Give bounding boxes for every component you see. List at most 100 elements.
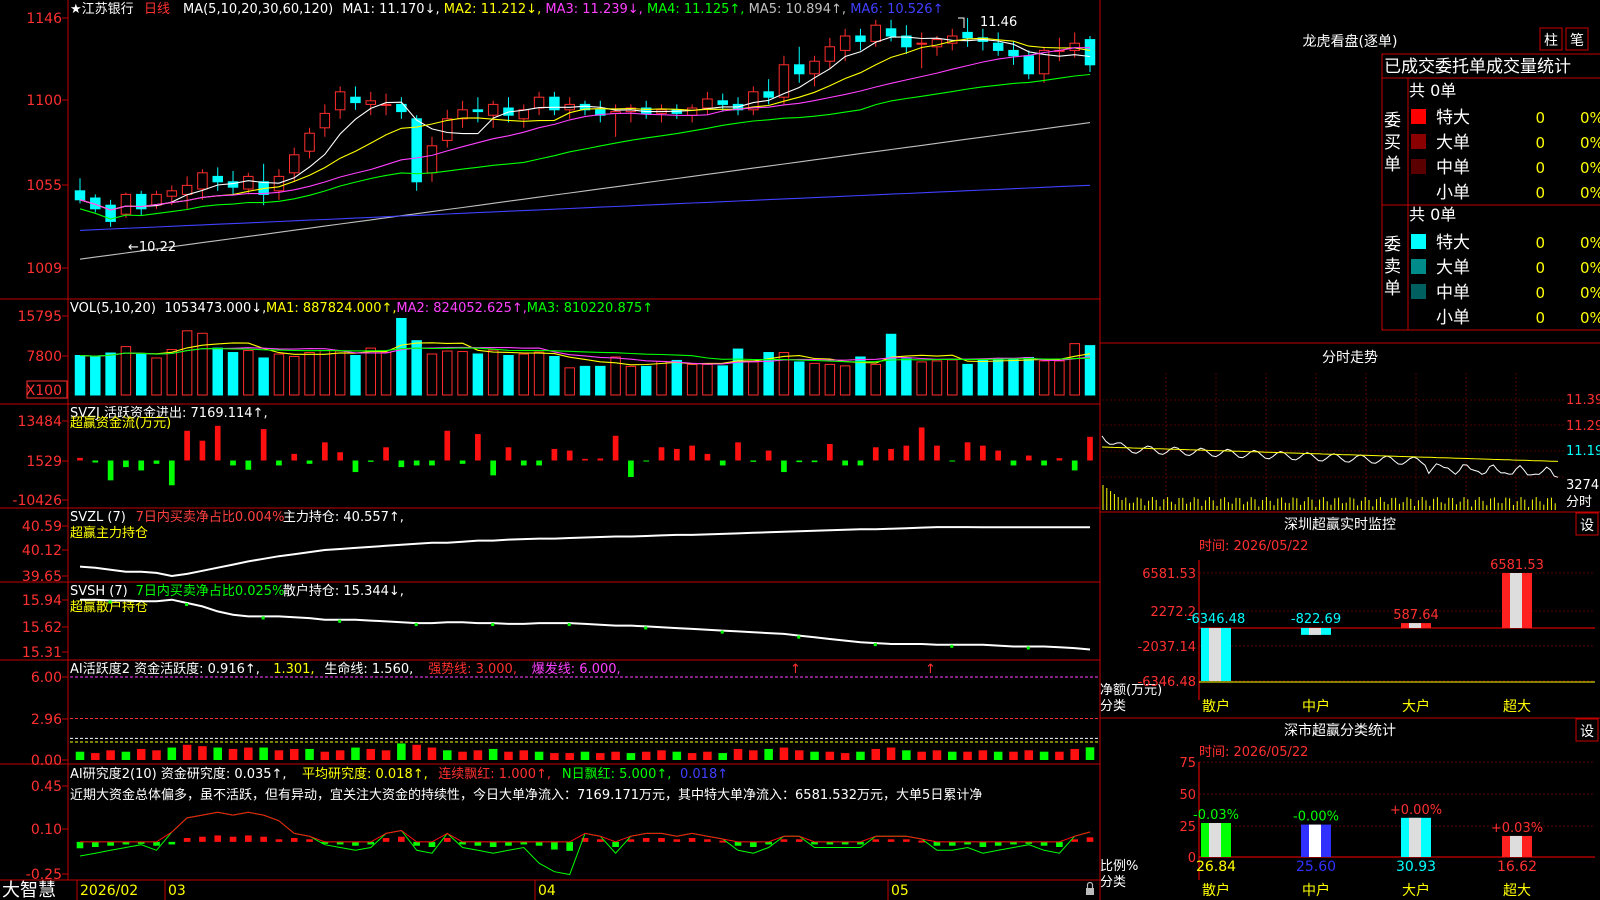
activity-bar[interactable]: [718, 753, 727, 760]
svzj-bar[interactable]: [628, 460, 634, 478]
candle[interactable]: [487, 103, 499, 116]
candle[interactable]: [518, 109, 530, 120]
research-bar[interactable]: [750, 841, 757, 847]
research-bar[interactable]: [948, 841, 956, 846]
svzj-bar[interactable]: [398, 460, 405, 468]
research-bar[interactable]: [994, 841, 1002, 846]
svsh-chart[interactable]: [80, 598, 1091, 651]
volume-bar[interactable]: [671, 359, 683, 396]
research-bar[interactable]: [566, 841, 574, 851]
volume-bar[interactable]: [518, 353, 530, 396]
volume-bar[interactable]: [197, 332, 208, 396]
volume-bar[interactable]: [1084, 345, 1096, 396]
activity-bar[interactable]: [810, 751, 819, 760]
volume-bar[interactable]: [1023, 356, 1035, 396]
volume-bar[interactable]: [931, 360, 943, 396]
research-bar[interactable]: [199, 836, 206, 842]
activity-bar[interactable]: [565, 753, 574, 760]
activity-bar[interactable]: [902, 750, 911, 760]
candle[interactable]: [839, 35, 851, 51]
volume-bar[interactable]: [625, 365, 637, 396]
volume-bar[interactable]: [258, 357, 269, 396]
research-bar[interactable]: [780, 839, 788, 842]
intraday-chart[interactable]: [1101, 373, 1565, 510]
volume-bar[interactable]: [992, 358, 1004, 396]
svzj-bar[interactable]: [796, 460, 803, 463]
activity-bar[interactable]: [978, 750, 988, 760]
volume-bar[interactable]: [1069, 343, 1080, 396]
svzj-bar[interactable]: [597, 458, 604, 461]
svzj-bar[interactable]: [582, 458, 588, 461]
candle[interactable]: [1008, 49, 1019, 57]
research-bar[interactable]: [642, 838, 650, 842]
svzj-chart[interactable]: [77, 425, 1093, 486]
research-bar[interactable]: [413, 841, 420, 846]
volume-bar[interactable]: [839, 365, 851, 396]
activity-bar[interactable]: [274, 750, 284, 760]
volume-bar[interactable]: [748, 361, 759, 396]
research-bar[interactable]: [398, 836, 405, 842]
svzj-bar[interactable]: [872, 447, 879, 461]
activity-bar[interactable]: [871, 748, 881, 760]
svzj-bar[interactable]: [291, 453, 298, 461]
activity-bar[interactable]: [703, 751, 712, 760]
svzj-bar[interactable]: [214, 425, 221, 461]
activity-bar[interactable]: [305, 748, 314, 760]
activity-bar[interactable]: [504, 751, 513, 760]
svzj-bar[interactable]: [505, 447, 512, 461]
volume-bar[interactable]: [319, 350, 331, 396]
research-bar[interactable]: [535, 841, 543, 846]
candle[interactable]: [686, 107, 698, 116]
svzj-bar[interactable]: [475, 434, 481, 461]
volume-bar[interactable]: [1008, 357, 1019, 396]
volume-bar[interactable]: [809, 362, 820, 396]
svzj-bar[interactable]: [459, 460, 466, 464]
candle[interactable]: [870, 24, 882, 42]
activity-bar[interactable]: [1085, 747, 1095, 760]
activity-bar[interactable]: [228, 748, 238, 760]
activity-bar[interactable]: [519, 750, 529, 760]
activity-bar[interactable]: [779, 747, 789, 760]
volume-bar[interactable]: [579, 365, 591, 396]
svzj-bar[interactable]: [857, 460, 864, 466]
activity-bar[interactable]: [182, 744, 192, 760]
ai-research-chart[interactable]: [76, 811, 1094, 876]
activity-bar[interactable]: [1055, 751, 1064, 760]
svzj-bar[interactable]: [306, 460, 313, 464]
svzj-bar[interactable]: [1056, 458, 1063, 461]
activity-bar[interactable]: [488, 748, 498, 760]
research-bar[interactable]: [91, 841, 99, 847]
candle[interactable]: [74, 190, 86, 201]
volume-bar[interactable]: [1038, 360, 1050, 396]
research-bar[interactable]: [229, 836, 237, 842]
svzj-bar[interactable]: [413, 460, 420, 466]
svzj-bar[interactable]: [964, 442, 971, 461]
svzj-bar[interactable]: [123, 460, 129, 468]
research-bar[interactable]: [872, 839, 880, 842]
volume-bar[interactable]: [885, 333, 897, 396]
activity-bar[interactable]: [733, 748, 743, 760]
svzj-bar[interactable]: [245, 460, 252, 470]
volume-bar[interactable]: [487, 349, 499, 396]
svzj-bar[interactable]: [429, 460, 435, 466]
volume-bar[interactable]: [212, 347, 223, 396]
svzj-bar[interactable]: [107, 460, 114, 481]
research-bar[interactable]: [688, 838, 696, 842]
svzj-bar[interactable]: [1041, 460, 1047, 466]
activity-bar[interactable]: [289, 748, 299, 760]
research-bar[interactable]: [979, 841, 987, 847]
research-bar[interactable]: [933, 841, 941, 846]
candle[interactable]: [334, 91, 346, 111]
research-bar[interactable]: [551, 841, 558, 850]
candle[interactable]: [885, 28, 897, 37]
svzj-bar[interactable]: [1071, 460, 1078, 471]
svzj-bar[interactable]: [995, 450, 1002, 461]
activity-bar[interactable]: [167, 747, 177, 760]
activity-bar[interactable]: [259, 747, 268, 760]
activity-bar[interactable]: [1009, 751, 1018, 760]
sz-stat-chart[interactable]: 7550250-0.03%26.84散户-0.00%25.60中户+0.00%3…: [1179, 756, 1595, 899]
volume-bar[interactable]: [350, 355, 361, 396]
research-bar[interactable]: [704, 839, 711, 842]
svzj-bar[interactable]: [612, 435, 619, 461]
svzj-bar[interactable]: [153, 460, 160, 464]
